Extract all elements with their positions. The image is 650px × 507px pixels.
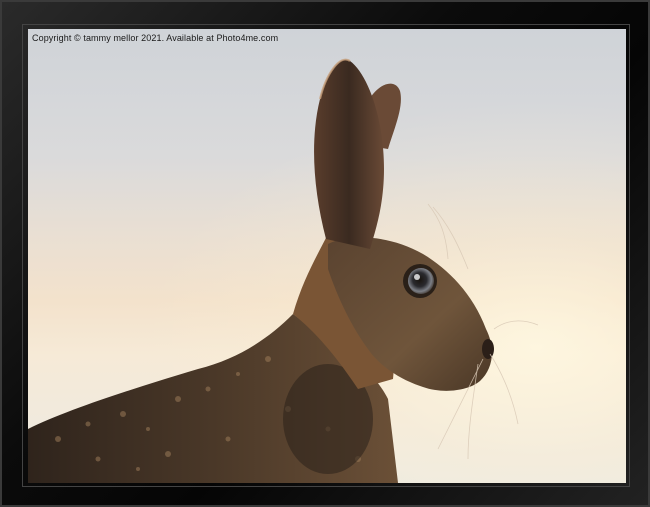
hare-nose (482, 339, 494, 359)
hare-photo: Copyright © tammy mellor 2021. Available… (28, 29, 626, 483)
hare-illustration (28, 58, 539, 483)
hare-ear-front (314, 59, 384, 249)
picture-frame: Copyright © tammy mellor 2021. Available… (0, 0, 650, 507)
copyright-caption: Copyright © tammy mellor 2021. Available… (32, 33, 279, 43)
